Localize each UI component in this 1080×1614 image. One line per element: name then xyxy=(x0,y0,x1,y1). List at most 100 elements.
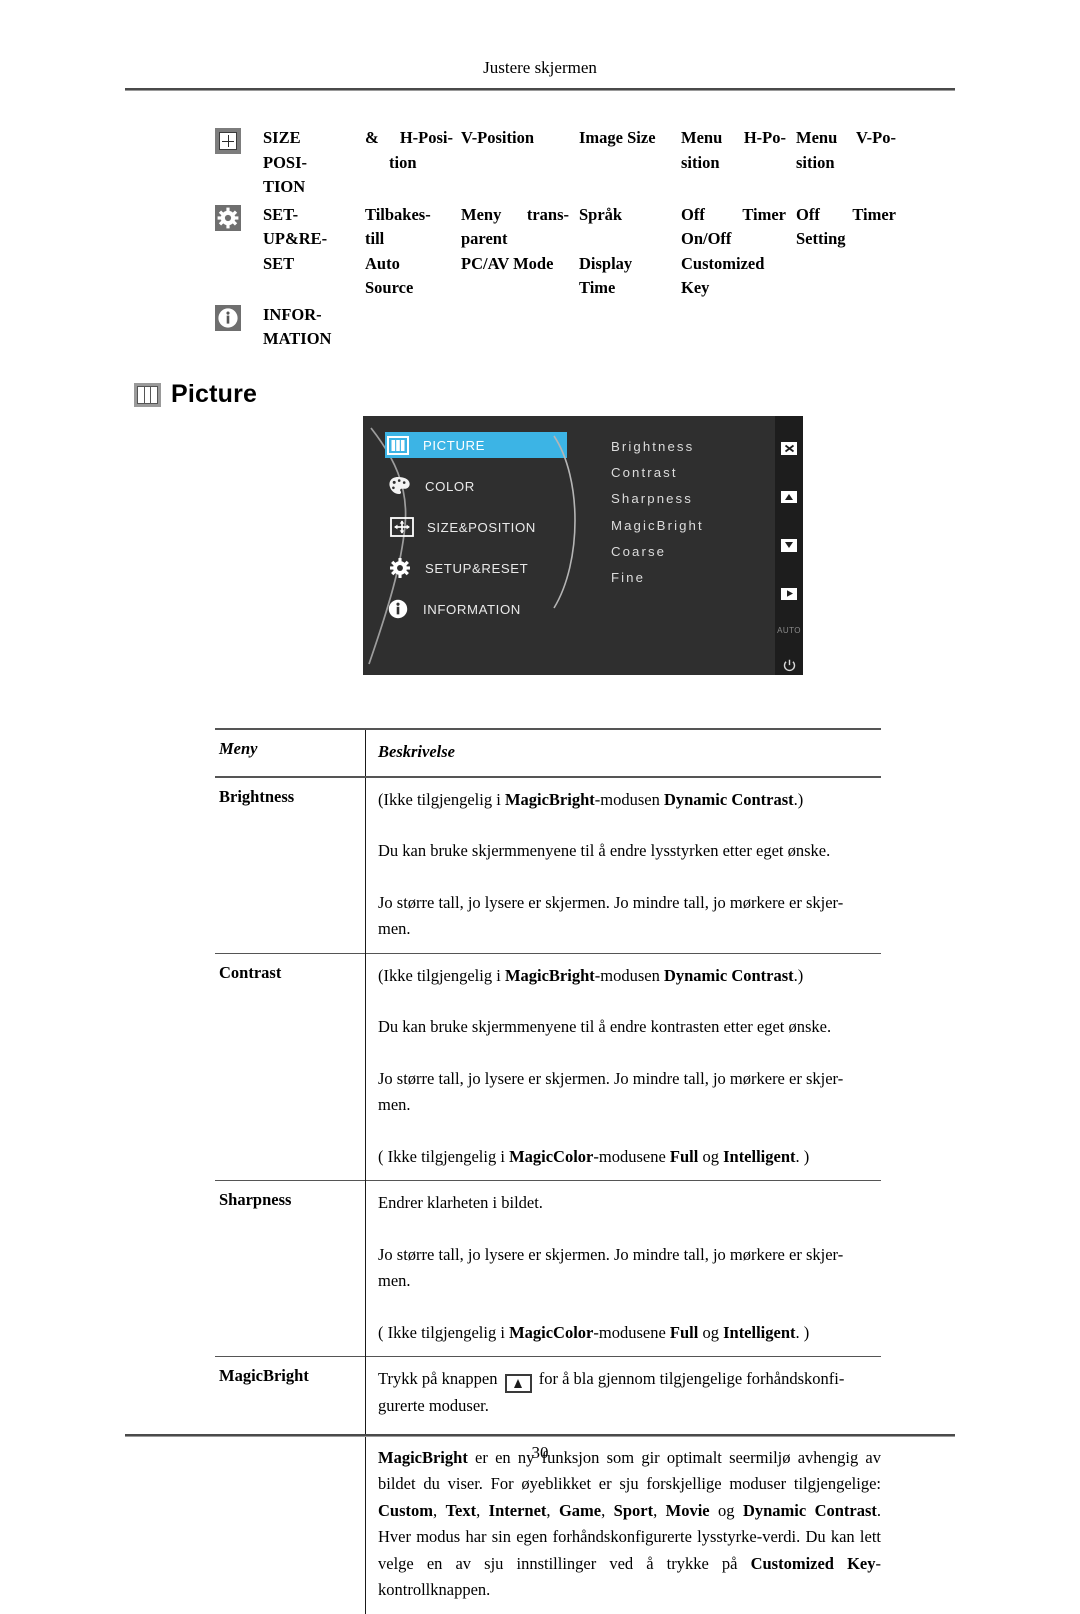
row-label-line: SET- xyxy=(263,204,299,224)
cell-reset: Tilbakes- till xyxy=(365,203,461,252)
cell-text: Setting xyxy=(796,229,846,248)
row-desc-sharpness: Endrer klarheten i bildet. Jo større tal… xyxy=(365,1180,881,1357)
table-row-contrast: Contrast (Ikke tilgjengelig i MagicBrigh… xyxy=(215,952,881,1181)
cell-text: Språk xyxy=(579,204,623,224)
table-row: INFOR- MATION xyxy=(215,303,915,352)
row-label-line: INFOR- xyxy=(263,304,322,324)
cell-text: Image Size xyxy=(579,128,656,147)
osd-item-size-position[interactable]: SIZE&POSITION xyxy=(389,514,536,540)
cell-text: V-Po- xyxy=(855,128,896,147)
row-label-sharpness: Sharpness xyxy=(215,1180,366,1357)
cell-text: H-Posi- xyxy=(399,128,453,147)
color-icon xyxy=(387,474,413,498)
osd-item-information[interactable]: INFORMATION xyxy=(385,596,521,622)
row-label-information: INFOR- MATION xyxy=(263,303,365,352)
cell-text: Time xyxy=(579,278,616,297)
row-label-line: POSI- xyxy=(263,152,308,172)
close-icon[interactable] xyxy=(781,442,797,455)
cell-image-size: Image Size xyxy=(579,126,681,175)
header-divider xyxy=(125,88,955,91)
cell-text: sition xyxy=(796,152,835,172)
row-desc-magicbright: Trykk på knappen for å bla gjennom tilgj… xyxy=(365,1356,881,1614)
cell-auto-source: Auto Source xyxy=(365,252,461,301)
page-title: Picture xyxy=(171,380,258,408)
desc-paragraph: Jo større tall, jo lysere er skjermen. J… xyxy=(378,892,844,939)
desc-paragraph: (Ikke tilgjengelig i MagicBright-modusen… xyxy=(378,965,804,985)
section-heading-picture: Picture xyxy=(134,380,257,409)
desc-paragraph: Du kan bruke skjermmenyene til å endre k… xyxy=(378,1017,832,1036)
osd-item-setup-reset[interactable]: SETUP&RESET xyxy=(387,555,528,581)
cell-text: Key xyxy=(681,278,710,297)
size-position-icon-cell xyxy=(215,126,263,159)
osd-submenu-magicbright[interactable]: MagicBright xyxy=(611,513,761,539)
customized-key-icon xyxy=(504,1374,532,1393)
cell-text: Timer xyxy=(852,204,896,224)
cell-text: parent xyxy=(461,229,508,248)
table-row: SIZE POSI- TION & H-Posi- tion V-Positio… xyxy=(215,126,915,200)
osd-overview-table: SIZE POSI- TION & H-Posi- tion V-Positio… xyxy=(215,126,915,352)
enter-arrow-icon[interactable] xyxy=(781,587,797,600)
power-icon[interactable] xyxy=(783,659,796,675)
size-position-icon xyxy=(215,128,241,154)
cell-text: Off xyxy=(796,204,820,224)
footer-divider xyxy=(125,1434,955,1437)
cell-text: Off xyxy=(681,204,705,224)
cell-text: Tilbakes- xyxy=(365,204,431,224)
cell-text: Customized xyxy=(681,253,765,273)
cell-v-position: V-Position xyxy=(461,126,579,175)
gear-icon xyxy=(387,556,413,580)
cell-text: trans- xyxy=(526,204,569,224)
table-row-brightness: Brightness (Ikke tilgjengelig i MagicBri… xyxy=(215,775,881,953)
osd-item-label: SIZE&POSITION xyxy=(427,519,536,535)
desc-paragraph: Jo større tall, jo lysere er skjermen. J… xyxy=(378,1068,844,1115)
cell-empty xyxy=(796,252,906,301)
desc-paragraph: Endrer klarheten i bildet. xyxy=(378,1193,543,1212)
osd-submenu-coarse[interactable]: Coarse xyxy=(611,539,761,565)
osd-item-label: PICTURE xyxy=(423,437,486,453)
row-desc-brightness: (Ikke tilgjengelig i MagicBright-modusen… xyxy=(365,775,881,953)
information-icon-cell xyxy=(215,303,263,336)
page-number: 30 xyxy=(531,1443,549,1462)
information-icon xyxy=(215,304,241,331)
gear-icon xyxy=(215,204,241,231)
cell-text: Display xyxy=(579,253,633,273)
osd-screenshot: PICTURE COLOR SIZE&POSITION SETUP&RESET … xyxy=(363,416,803,675)
osd-item-picture[interactable]: PICTURE xyxy=(385,432,567,458)
row-label-line: TION xyxy=(263,177,306,196)
osd-submenu-brightness[interactable]: Brightness xyxy=(611,434,761,460)
cell-text: Auto xyxy=(365,253,400,273)
header-beskrivelse: Beskrivelse xyxy=(365,728,881,777)
cell-text: Timer xyxy=(742,204,786,224)
desc-paragraph: (Ikke tilgjengelig i MagicBright-modusen… xyxy=(378,789,804,809)
auto-label[interactable]: AUTO xyxy=(777,626,801,635)
row-desc-contrast: (Ikke tilgjengelig i MagicBright-modusen… xyxy=(365,952,881,1181)
cell-menu-v-position: Menu V-Po- sition xyxy=(796,126,906,175)
menu-description-table: Meny Beskrivelse Brightness (Ikke tilgje… xyxy=(215,728,881,1614)
osd-bracket xyxy=(553,435,576,609)
osd-submenu-contrast[interactable]: Contrast xyxy=(611,460,761,486)
osd-submenu-fine[interactable]: Fine xyxy=(611,565,761,591)
row-label-line: MATION xyxy=(263,329,332,348)
osd-item-label: COLOR xyxy=(425,478,475,494)
picture-icon xyxy=(134,382,161,407)
table-row-magicbright: MagicBright Trykk på knappen for å bla g… xyxy=(215,1356,881,1614)
row-label-size-position: SIZE POSI- TION xyxy=(263,126,365,200)
ampersand: & xyxy=(365,128,379,147)
down-arrow-icon[interactable] xyxy=(781,539,797,552)
osd-submenu-list: Brightness Contrast Sharpness MagicBrigh… xyxy=(611,434,761,591)
cell-text: Menu xyxy=(796,128,838,147)
desc-paragraph: ( Ikke tilgjengelig i MagicColor-modusen… xyxy=(378,1322,810,1342)
cell-off-timer-setting: Off Timer Setting xyxy=(796,203,906,252)
osd-item-color[interactable]: COLOR xyxy=(387,473,475,499)
cell-text: PC/AV Mode xyxy=(461,253,554,273)
picture-icon xyxy=(385,433,411,457)
cell-off-timer-on-off: Off Timer On/Off xyxy=(681,203,796,252)
header-meny: Meny xyxy=(215,728,366,777)
osd-submenu-sharpness[interactable]: Sharpness xyxy=(611,486,761,512)
cell-h-position: & H-Posi- tion xyxy=(365,126,461,175)
cell-text: Source xyxy=(365,278,414,297)
cell-display-time: Display Time xyxy=(579,252,681,301)
up-arrow-icon[interactable] xyxy=(781,490,797,503)
running-header: Justere skjermen xyxy=(483,58,597,77)
information-icon xyxy=(385,597,411,621)
